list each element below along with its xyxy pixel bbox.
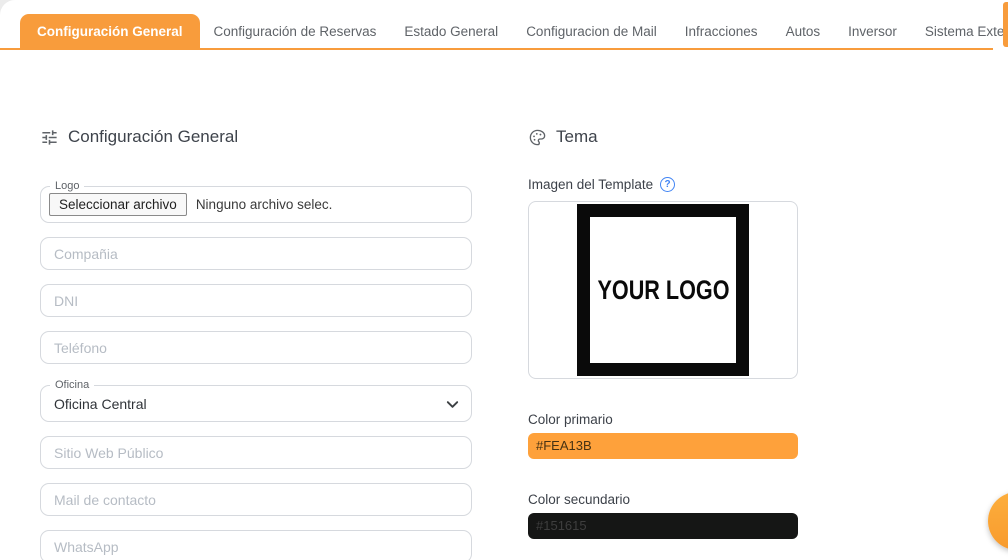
general-config-title: Configuración General xyxy=(68,127,239,146)
tab-autos[interactable]: Autos xyxy=(772,14,835,48)
clipped-orange-element xyxy=(1003,2,1008,47)
placeholder-logo-image: YOUR LOGO xyxy=(577,204,749,376)
primary-color-input[interactable]: #FEA13B xyxy=(528,433,798,459)
sitio-web-input[interactable] xyxy=(40,436,472,469)
select-file-button[interactable]: Seleccionar archivo xyxy=(49,193,187,216)
template-image-preview: YOUR LOGO xyxy=(528,201,798,379)
tab-configuracion-de-reservas[interactable]: Configuración de Reservas xyxy=(200,14,391,48)
tune-icon xyxy=(40,128,59,147)
mail-contacto-input[interactable] xyxy=(40,483,472,516)
logo-field-label: Logo xyxy=(50,179,85,193)
template-image-label: Imagen del Template xyxy=(528,177,654,192)
settings-tabbar: Configuración General Configuración de R… xyxy=(0,0,1008,50)
file-status-text: Ninguno archivo selec. xyxy=(195,197,333,212)
dni-input[interactable] xyxy=(40,284,472,317)
general-config-header: Configuración General xyxy=(40,125,472,149)
tab-estado-general[interactable]: Estado General xyxy=(390,14,512,48)
help-icon[interactable]: ? xyxy=(660,177,676,192)
telefono-input[interactable] xyxy=(40,331,472,364)
general-config-section: Configuración General Logo Seleccionar a… xyxy=(40,125,472,560)
logo-upload-field: Logo Seleccionar archivo Ninguno archivo… xyxy=(40,179,472,223)
theme-section: Tema Imagen del Template ? YOUR LOGO Col… xyxy=(528,125,798,539)
palette-icon xyxy=(528,128,547,147)
oficina-select[interactable]: Oficina Central xyxy=(41,386,471,421)
secondary-color-label: Color secundario xyxy=(528,492,631,507)
tab-sistema-externo[interactable]: Sistema Externo xyxy=(911,14,1008,48)
tab-inversor[interactable]: Inversor xyxy=(834,14,911,48)
theme-title: Tema xyxy=(556,127,598,146)
whatsapp-input[interactable] xyxy=(40,530,472,560)
secondary-color-input[interactable]: #151615 xyxy=(528,513,798,539)
floating-action-button[interactable] xyxy=(988,492,1008,550)
tab-configuracion-de-mail[interactable]: Configuracion de Mail xyxy=(512,14,671,48)
theme-header: Tema xyxy=(528,125,798,149)
tab-infracciones[interactable]: Infracciones xyxy=(671,14,772,48)
oficina-field: Oficina Oficina Central xyxy=(40,378,472,422)
primary-color-label: Color primario xyxy=(528,412,613,427)
compania-input[interactable] xyxy=(40,237,472,270)
settings-page: Configuración General Configuración de R… xyxy=(0,0,1008,560)
tab-configuracion-general[interactable]: Configuración General xyxy=(20,14,200,48)
